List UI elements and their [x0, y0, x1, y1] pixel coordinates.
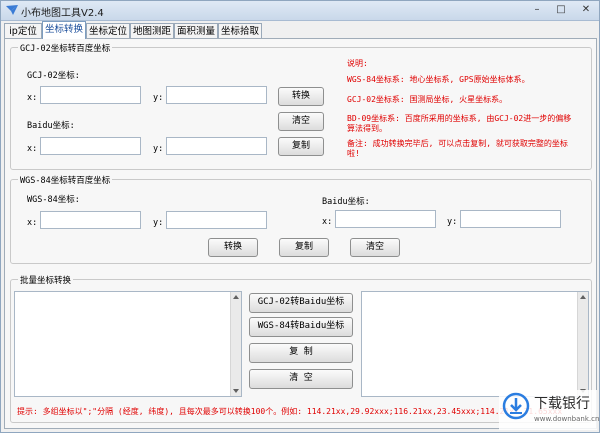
- gcj-to-baidu-group: GCJ-02坐标转百度坐标 GCJ-02坐标: x: y: 转换 Baidu坐标…: [10, 42, 592, 170]
- wgs-coord-label: WGS-84坐标:: [27, 195, 80, 205]
- watermark-text: 下载银行: [534, 396, 590, 412]
- wgs-copy-button[interactable]: 复制: [279, 238, 329, 257]
- tab-map-distance[interactable]: 地图测距: [130, 23, 174, 38]
- watermark: 下载银行 www.downbank.cn: [499, 390, 600, 430]
- gcj-x-label: x:: [27, 93, 38, 103]
- gcj-y-label: y:: [153, 93, 164, 103]
- app-window: 小布地图工具V2.4 – □ ✕ ip定位 坐标转换 坐标定位 地图测距 面积测…: [0, 0, 600, 433]
- gcj-baidu-label: Baidu坐标:: [27, 121, 75, 131]
- gcj-bd-x-label: x:: [27, 144, 38, 154]
- gcj-copy-button[interactable]: 复制: [278, 137, 324, 156]
- wgs-bd-y-input[interactable]: [460, 210, 561, 228]
- notes-heading: 说明:: [347, 59, 368, 68]
- gcj-bd-y-label: y:: [153, 144, 164, 154]
- wgs-convert-button[interactable]: 转换: [208, 238, 258, 257]
- wgs-y-input[interactable]: [166, 211, 267, 229]
- scroll-up-icon[interactable]: [580, 295, 586, 299]
- gcj-to-baidu-batch-button[interactable]: GCJ-02转Baidu坐标: [249, 293, 353, 313]
- app-logo-icon: [6, 5, 18, 15]
- batch-clear-button[interactable]: 清 空: [249, 369, 353, 389]
- tab-panel: GCJ-02坐标转百度坐标 GCJ-02坐标: x: y: 转换 Baidu坐标…: [4, 38, 597, 429]
- batch-hint-text: 提示: 多组坐标以";"分隔 (经度, 纬度), 且每次最多可以转换100个。例…: [17, 407, 563, 416]
- wgs-to-baidu-batch-button[interactable]: WGS-84转Baidu坐标: [249, 317, 353, 337]
- tab-ip-location[interactable]: ip定位: [4, 23, 42, 38]
- batch-output-textarea[interactable]: [361, 291, 589, 397]
- wgs-bd-y-label: y:: [447, 217, 458, 227]
- wgs-bd-x-label: x:: [322, 217, 333, 227]
- note-tip: 备注: 成功转换完毕后, 可以点击复制, 就可获取完整的坐标啦!: [347, 139, 568, 158]
- note-wgs84: WGS-84坐标系: 地心坐标系, GPS原始坐标体系。: [347, 75, 530, 84]
- output-scrollbar[interactable]: [577, 292, 588, 396]
- wgs-x-input[interactable]: [40, 211, 141, 229]
- note-bd09: BD-09坐标系: 百度所采用的坐标系, 由GCJ-02进一步的偏移算法得到。: [347, 114, 572, 133]
- batch-input-textarea[interactable]: [14, 291, 242, 397]
- wgs-to-baidu-group: WGS-84坐标转百度坐标 WGS-84坐标: x: y: Baidu坐标: x…: [10, 174, 592, 264]
- scroll-up-icon[interactable]: [233, 295, 239, 299]
- gcj-clear-button[interactable]: 清空: [278, 112, 324, 131]
- tab-area-measure[interactable]: 面积测量: [174, 23, 218, 38]
- minimize-button[interactable]: –: [525, 2, 549, 18]
- input-scrollbar[interactable]: [230, 292, 241, 396]
- group-title: GCJ-02坐标转百度坐标: [18, 42, 113, 54]
- gcj-x-input[interactable]: [40, 86, 141, 104]
- gcj-convert-button[interactable]: 转换: [278, 87, 324, 106]
- download-bank-logo-icon: [502, 392, 530, 420]
- wgs-bd-x-input[interactable]: [335, 210, 436, 228]
- gcj-bd-x-input[interactable]: [40, 137, 141, 155]
- maximize-button[interactable]: □: [549, 2, 573, 18]
- batch-copy-button[interactable]: 复 制: [249, 343, 353, 363]
- watermark-url: www.downbank.cn: [534, 415, 600, 423]
- wgs-clear-button[interactable]: 清空: [350, 238, 400, 257]
- gcj-y-input[interactable]: [166, 86, 267, 104]
- wgs-y-label: y:: [153, 218, 164, 228]
- title-bar[interactable]: 小布地图工具V2.4 – □ ✕: [1, 1, 599, 21]
- tab-coordinate-pick[interactable]: 坐标拾取: [218, 23, 262, 38]
- gcj-coord-label: GCJ-02坐标:: [27, 71, 80, 81]
- group-title: 批量坐标转换: [18, 274, 74, 286]
- group-title: WGS-84坐标转百度坐标: [18, 174, 113, 186]
- scroll-down-icon[interactable]: [233, 389, 239, 393]
- wgs-x-label: x:: [27, 218, 38, 228]
- note-gcj02: GCJ-02坐标系: 国测局坐标, 火星坐标系。: [347, 95, 508, 104]
- tab-coordinate-locate[interactable]: 坐标定位: [86, 23, 130, 38]
- wgs-baidu-label: Baidu坐标:: [322, 197, 370, 207]
- close-button[interactable]: ✕: [574, 2, 598, 18]
- tab-coordinate-convert[interactable]: 坐标转换: [42, 21, 86, 39]
- gcj-bd-y-input[interactable]: [166, 137, 267, 155]
- window-title: 小布地图工具V2.4: [21, 8, 104, 19]
